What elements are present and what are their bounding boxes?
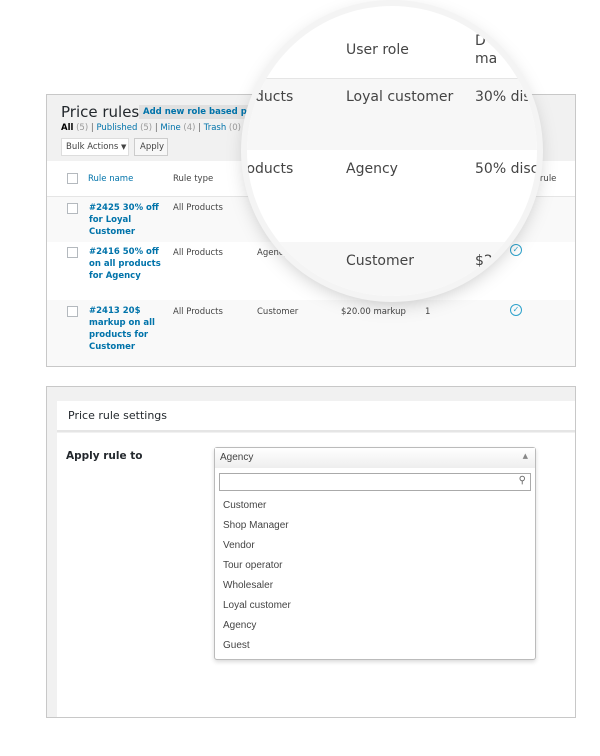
column-rule-type: Rule type: [173, 174, 214, 184]
bulk-actions-select[interactable]: Bulk Actions ▼: [61, 138, 129, 156]
mag-role: Loyal customer: [346, 89, 454, 105]
active-check-icon: ✓: [510, 304, 522, 316]
option-item[interactable]: Loyal customer: [223, 600, 291, 611]
page-title: Price rules: [61, 103, 140, 121]
filter-links: All (5) | Published (5) | Mine (4) | Tra…: [61, 123, 241, 133]
apply-button[interactable]: Apply: [134, 138, 168, 156]
mag-row: [247, 242, 537, 296]
mag-header-role: User role: [346, 42, 409, 58]
option-item[interactable]: Agency: [223, 620, 256, 631]
option-item[interactable]: Customer: [223, 500, 266, 511]
user-role: Customer: [257, 307, 299, 317]
mag-header-line: D: [475, 33, 486, 49]
sep: |: [198, 123, 202, 133]
dropdown-arrow-icon: ▼: [120, 143, 127, 151]
apply-rule-select[interactable]: Agency ▲ ⚲ Customer Shop Manager Vendor …: [214, 447, 536, 660]
select-all-checkbox[interactable]: [67, 173, 78, 184]
option-search-input[interactable]: ⚲: [219, 473, 531, 491]
option-item[interactable]: Wholesaler: [223, 580, 273, 591]
rule-type: All Products: [173, 248, 223, 258]
mag-type: roducts: [247, 161, 294, 177]
rule-name-link[interactable]: #2416 50% off on all products for Agency: [89, 246, 169, 282]
row-checkbox[interactable]: [67, 306, 78, 317]
count: (0): [228, 123, 241, 133]
sep: |: [154, 123, 158, 133]
option-item[interactable]: Shop Manager: [223, 520, 289, 531]
option-item[interactable]: Guest: [223, 640, 250, 651]
count: (5): [76, 123, 89, 133]
mag-discount: 30% dis: [475, 89, 531, 105]
row-checkbox[interactable]: [67, 203, 78, 214]
count: (4): [183, 123, 196, 133]
filter-all[interactable]: All: [61, 123, 73, 133]
table-row: #2413 20$ markup on all products for Cus…: [47, 300, 575, 366]
settings-body: Apply rule to Agency ▲ ⚲ Customer Shop M…: [57, 433, 575, 717]
mag-discount: 50% disc: [475, 161, 537, 177]
column-rule-name[interactable]: Rule name: [88, 174, 133, 184]
mag-type: ducts: [255, 89, 294, 105]
rule-type: All Products: [173, 307, 223, 317]
priority: 1: [425, 307, 431, 317]
selected-value[interactable]: Agency: [215, 448, 535, 468]
amount: $20.00 markup: [341, 307, 406, 317]
filter-mine[interactable]: Mine: [160, 123, 180, 133]
mag-discount: $2: [475, 253, 493, 269]
rule-name-link[interactable]: #2413 20$ markup on all products for Cus…: [89, 305, 169, 353]
apply-rule-label: Apply rule to: [66, 450, 143, 462]
mag-role: Customer: [346, 253, 415, 269]
price-rule-settings-panel: Price rule settings Apply rule to Agency…: [46, 386, 576, 718]
row-checkbox[interactable]: [67, 247, 78, 258]
count: (5): [140, 123, 153, 133]
sep: |: [90, 123, 94, 133]
mag-role: Agency: [346, 161, 398, 177]
mag-header-discount: Dma: [475, 32, 497, 68]
bulk-actions-label: Bulk Actions: [66, 142, 119, 152]
settings-title: Price rule settings: [57, 401, 575, 432]
search-icon: ⚲: [518, 475, 526, 486]
magnifier-lens: User role Dma ducts Loyal customer 30% d…: [247, 6, 537, 296]
option-item[interactable]: Vendor: [223, 540, 255, 551]
rule-name-link[interactable]: #2425 30% off for Loyal Customer: [89, 202, 169, 238]
chevron-up-icon: ▲: [522, 452, 528, 460]
filter-published[interactable]: Published: [96, 123, 137, 133]
mag-header-line: ma: [475, 51, 498, 67]
filter-trash[interactable]: Trash: [204, 123, 226, 133]
rule-type: All Products: [173, 203, 223, 213]
option-item[interactable]: Tour operator: [223, 560, 282, 571]
